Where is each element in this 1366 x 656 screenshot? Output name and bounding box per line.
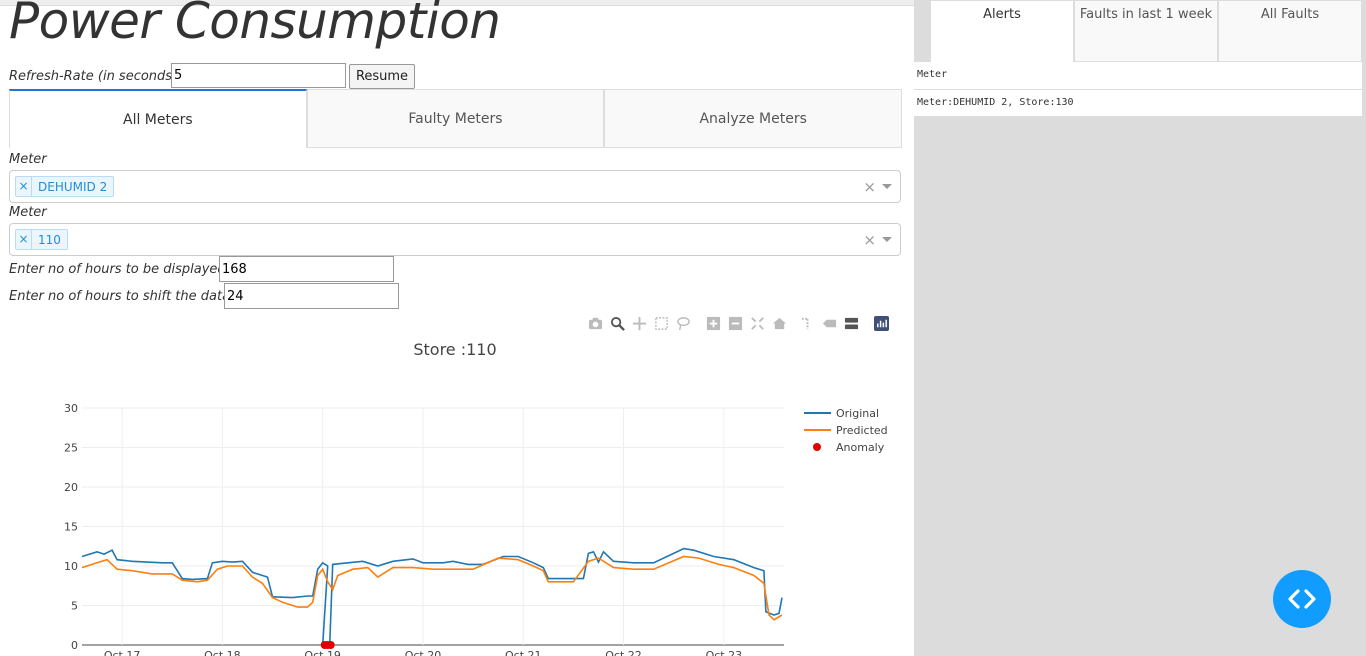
legend-label: Predicted: [836, 424, 888, 437]
line-chart: 051015202530 Oct 17 Oct 18 Oct 19 Oct 20 Oct…: [64, 402, 888, 656]
x-tick-label: Oct 21: [505, 649, 542, 656]
chart-modebar: [588, 316, 889, 331]
y-tick-label: 15: [64, 521, 78, 534]
hover-compare-icon[interactable]: [844, 316, 859, 331]
clear-icon[interactable]: ×: [863, 231, 876, 249]
x-axis-ticks: Oct 17 Oct 18 Oct 19 Oct 20 Oct 21 Oct 22 Oct …: [104, 649, 742, 656]
y-tick-label: 30: [64, 402, 78, 415]
hours-display-label: Enter no of hours to be displayed: [9, 262, 226, 277]
hours-display-input[interactable]: [219, 256, 394, 282]
chip-label: DEHUMID 2: [38, 179, 108, 194]
hours-shift-label: Enter no of hours to shift the data: [9, 289, 231, 304]
anomaly-point: [326, 641, 335, 649]
clear-icon[interactable]: ×: [863, 178, 876, 196]
meter-dropdown[interactable]: × DEHUMID 2 ×: [9, 170, 901, 203]
resume-button[interactable]: Resume: [349, 64, 415, 89]
plotly-logo-icon[interactable]: [874, 316, 889, 331]
refresh-rate-label: Refresh-Rate (in seconds): [9, 69, 178, 84]
legend-label: Original: [836, 407, 879, 420]
page-title: Power Consumption: [9, 0, 501, 50]
main-tabs: All Meters Faulty Meters Analyze Meters: [9, 89, 903, 148]
reset-axes-icon[interactable]: [772, 316, 787, 331]
legend-swatch: [813, 443, 821, 451]
chip-remove-icon[interactable]: ×: [16, 177, 32, 196]
alerts-table-header: Meter: [914, 62, 1362, 90]
store-dropdown[interactable]: × 110 ×: [9, 223, 901, 256]
x-tick-label: Oct 20: [405, 649, 442, 656]
x-tick-label: Oct 17: [104, 649, 141, 656]
tab-all-faults[interactable]: All Faults: [1218, 0, 1362, 62]
store-label: Meter: [9, 205, 47, 220]
hover-closest-icon[interactable]: [822, 316, 837, 331]
tab-alerts[interactable]: Alerts: [930, 0, 1074, 62]
series-line-original: [81, 547, 783, 646]
chart-lines: [81, 547, 783, 649]
alerts-tabs: Alerts Faults in last 1 week All Faults: [930, 0, 1362, 62]
tab-all-meters[interactable]: All Meters: [9, 89, 307, 148]
camera-icon[interactable]: [588, 316, 603, 331]
x-tick-label: Oct 23: [706, 649, 743, 656]
lasso-icon[interactable]: [676, 316, 691, 331]
box-select-icon[interactable]: [654, 316, 669, 331]
chip-remove-icon[interactable]: ×: [16, 230, 32, 249]
code-icon: [1288, 589, 1316, 609]
y-axis-ticks: 0 5 10 15 20 25 30: [64, 402, 78, 652]
tab-faults-last-week[interactable]: Faults in last 1 week: [1074, 0, 1218, 62]
tab-analyze-meters[interactable]: Analyze Meters: [604, 89, 903, 148]
meter-chip: × DEHUMID 2: [15, 176, 115, 197]
y-tick-label: 25: [64, 442, 78, 455]
meter-label: Meter: [9, 152, 47, 167]
alerts-panel: Alerts Faults in last 1 week All Faults …: [914, 0, 1366, 656]
zoom-icon[interactable]: [610, 316, 625, 331]
alerts-table-row[interactable]: Meter:DEHUMID 2, Store:130: [914, 90, 1362, 116]
y-tick-label: 10: [64, 560, 78, 573]
zoom-out-icon[interactable]: [728, 316, 743, 331]
store-chip: × 110: [15, 229, 68, 250]
chart-grid: [82, 407, 784, 646]
pan-icon[interactable]: [632, 316, 647, 331]
x-tick-label: Oct 18: [204, 649, 241, 656]
y-tick-label: 5: [71, 600, 78, 613]
x-tick-label: Oct 19: [304, 649, 341, 656]
chart-title: Store :110: [413, 340, 497, 359]
main-panel: Power Consumption Refresh-Rate (in secon…: [0, 0, 914, 656]
dev-tools-button[interactable]: [1273, 570, 1331, 628]
y-tick-label: 20: [64, 481, 78, 494]
autoscale-icon[interactable]: [750, 316, 765, 331]
tab-faulty-meters[interactable]: Faulty Meters: [306, 89, 605, 148]
x-tick-label: Oct 22: [605, 649, 642, 656]
legend-label: Anomaly: [836, 441, 885, 454]
spike-lines-icon[interactable]: [800, 316, 815, 331]
chip-label: 110: [38, 232, 61, 247]
chart-legend: Original Predicted Anomaly: [804, 407, 888, 454]
hours-shift-input[interactable]: [224, 283, 399, 309]
y-tick-label: 0: [71, 639, 78, 652]
refresh-rate-input[interactable]: [171, 63, 346, 88]
zoom-in-icon[interactable]: [706, 316, 721, 331]
chevron-down-icon[interactable]: [882, 237, 892, 242]
chevron-down-icon[interactable]: [882, 184, 892, 189]
